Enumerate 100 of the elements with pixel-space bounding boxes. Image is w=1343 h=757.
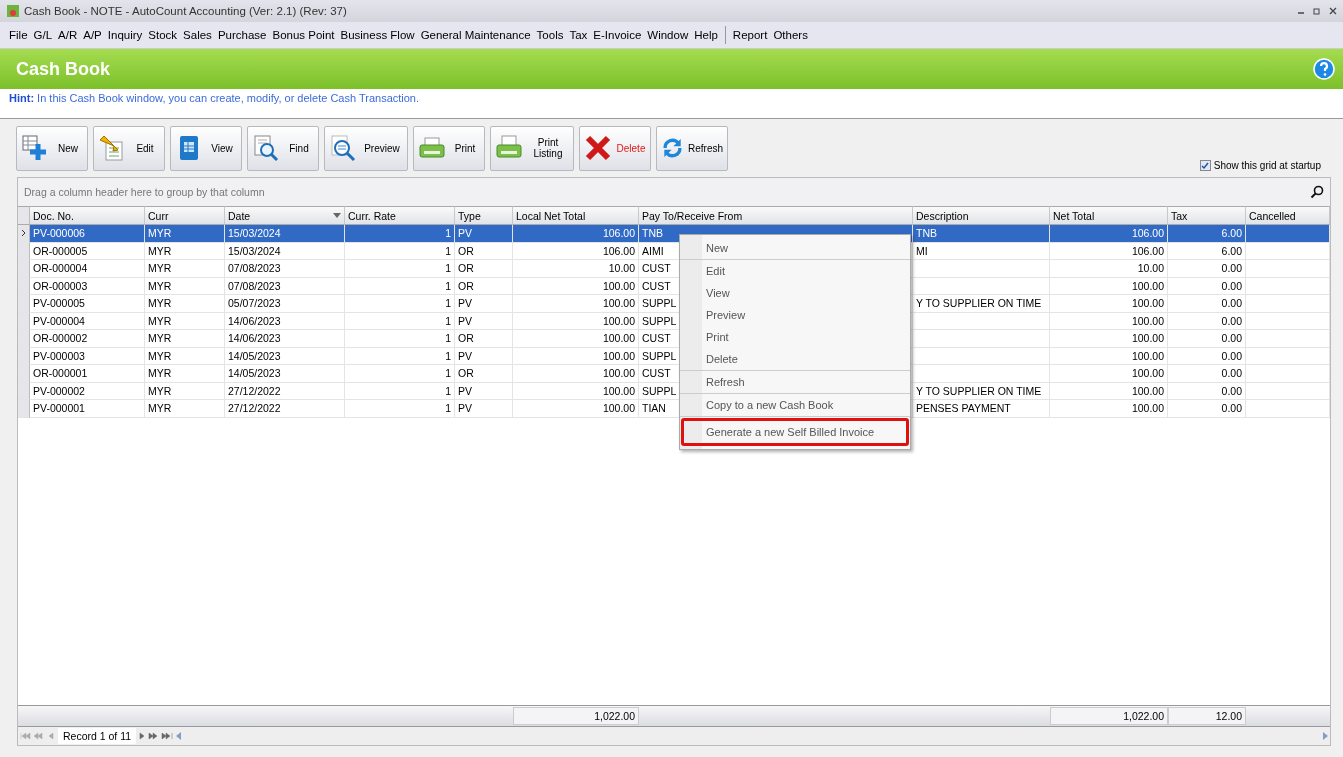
toolbar-button[interactable]: Print Listing	[490, 125, 574, 171]
help-icon[interactable]	[1313, 58, 1335, 80]
app-icon	[6, 4, 20, 18]
table-cell: PV	[455, 295, 513, 313]
column-header[interactable]: Type	[455, 206, 513, 225]
group-panel-hint: Drag a column header here to group by that column	[24, 186, 265, 198]
menu-item[interactable]: A/R	[55, 29, 81, 41]
context-menu-item[interactable]: Refresh	[680, 371, 910, 393]
table-cell: OR-000001	[30, 365, 145, 383]
table-cell: MYR	[145, 242, 225, 260]
toolbar-button[interactable]: New	[16, 125, 88, 171]
scroll-right-icon[interactable]	[1322, 732, 1328, 740]
table-cell: 07/08/2023	[225, 277, 345, 295]
table-cell: 0.00	[1168, 382, 1246, 400]
table-cell: OR-000002	[30, 330, 145, 348]
table-cell: MYR	[145, 382, 225, 400]
menu-item[interactable]: Help	[691, 29, 721, 41]
checkbox-label: Show this grid at startup	[1213, 160, 1321, 171]
table-cell: PV	[455, 312, 513, 330]
navigation-arrows-icon[interactable]	[138, 732, 175, 740]
column-header[interactable]: Curr. Rate	[345, 206, 455, 225]
menu-item[interactable]: Bonus Point	[269, 29, 338, 41]
row-selector[interactable]	[18, 225, 30, 243]
toolbar-button[interactable]: Preview	[324, 125, 408, 171]
toolbar-button[interactable]: Print	[413, 125, 485, 171]
table-cell: 1	[345, 312, 455, 330]
search-icon[interactable]	[1310, 185, 1324, 199]
table-cell: 10.00	[513, 260, 639, 278]
table-cell: PENSES PAYMENT	[913, 400, 1050, 418]
table-cell: 1	[345, 365, 455, 383]
table-cell: 100.00	[1050, 312, 1168, 330]
table-cell: PV	[455, 400, 513, 418]
table-cell: 0.00	[1168, 400, 1246, 418]
menu-item[interactable]: G/L	[30, 29, 56, 41]
delete-icon	[584, 134, 612, 162]
checkbox[interactable]	[1199, 160, 1211, 171]
table-cell: MYR	[145, 400, 225, 418]
table-cell: 0.00	[1168, 330, 1246, 348]
menu-item[interactable]: General Maintenance	[417, 29, 534, 41]
table-cell: 106.00	[1050, 242, 1168, 260]
table-cell: 1	[345, 295, 455, 313]
column-header[interactable]: Pay To/Receive From	[639, 206, 913, 225]
table-cell: 100.00	[1050, 277, 1168, 295]
table-cell: OR	[455, 330, 513, 348]
menu-item[interactable]: A/P	[80, 29, 105, 41]
menu-item[interactable]: E-Invoice	[590, 29, 645, 41]
table-cell: 14/05/2023	[225, 365, 345, 383]
menu-item[interactable]: Window	[644, 29, 692, 41]
table-cell: MYR	[145, 347, 225, 365]
column-header[interactable]: Net Total	[1050, 206, 1168, 225]
scroll-left-icon[interactable]	[176, 732, 183, 740]
menu-item[interactable]: Tax	[566, 29, 591, 41]
table-cell: 100.00	[513, 312, 639, 330]
table-cell: MYR	[145, 277, 225, 295]
hint-text: Hint: In this Cash Book window, you can create, modify, or delete Cash Transaction.	[9, 92, 420, 104]
context-menu-item[interactable]: Copy to a new Cash Book	[680, 394, 910, 416]
menu-item[interactable]: File	[6, 29, 31, 41]
column-header[interactable]: Local Net Total	[513, 206, 639, 225]
toolbar-button[interactable]: Edit	[93, 125, 165, 171]
close-icon[interactable]	[1329, 7, 1337, 15]
table-cell: OR-000005	[30, 242, 145, 260]
table-cell: 106.00	[513, 225, 639, 243]
restore-icon[interactable]	[1313, 7, 1321, 15]
table-cell: 100.00	[1050, 330, 1168, 348]
toolbar-button[interactable]: Refresh	[656, 125, 728, 171]
table-cell: 106.00	[1050, 225, 1168, 243]
table-cell: 1	[345, 277, 455, 295]
menu-item[interactable]: Business Flow	[337, 29, 418, 41]
menu-item[interactable]: Stock	[145, 29, 181, 41]
column-header[interactable]: Cancelled	[1246, 206, 1330, 225]
toolbar-button[interactable]: View	[170, 125, 242, 171]
page-title: Cash Book	[16, 58, 111, 80]
table-cell: OR-000003	[30, 277, 145, 295]
column-header[interactable]: Date	[225, 206, 345, 225]
table-cell: MYR	[145, 365, 225, 383]
table-cell: MYR	[145, 295, 225, 313]
menu-item[interactable]: Inquiry	[104, 29, 146, 41]
column-header[interactable]: Description	[913, 206, 1050, 225]
table-cell: OR	[455, 260, 513, 278]
table-cell: 6.00	[1168, 225, 1246, 243]
context-menu-item[interactable]: Generate a new Self Billed Invoice	[684, 421, 906, 443]
pencil-icon	[98, 134, 126, 162]
menu-item[interactable]: Purchase	[214, 29, 270, 41]
magnifier-icon	[329, 134, 357, 162]
table-cell: Y TO SUPPLIER ON TIME	[913, 382, 1050, 400]
toolbar-button[interactable]: Find	[247, 125, 319, 171]
toolbar-button[interactable]: Delete	[579, 125, 651, 171]
menu-item[interactable]: Sales	[180, 29, 215, 41]
table-cell: 100.00	[1050, 347, 1168, 365]
menu-item[interactable]: Others	[770, 29, 811, 41]
table-cell: MYR	[145, 330, 225, 348]
table-cell: 100.00	[1050, 400, 1168, 418]
menu-item[interactable]: Report	[729, 29, 771, 41]
column-header[interactable]: Curr	[145, 206, 225, 225]
table-cell: PV	[455, 225, 513, 243]
context-menu-item[interactable]: New	[680, 237, 910, 259]
column-header[interactable]: Doc. No.	[30, 206, 145, 225]
column-header[interactable]: Tax	[1168, 206, 1246, 225]
menu-item[interactable]: Tools	[533, 29, 567, 41]
table-cell: OR	[455, 277, 513, 295]
